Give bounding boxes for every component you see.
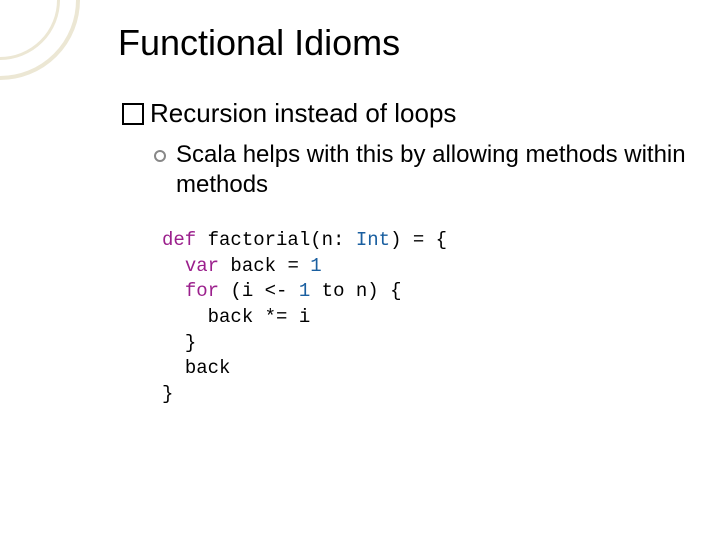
code-block: def factorial(n: Int) = { var back = 1 f… — [162, 228, 447, 407]
code-number: 1 — [299, 280, 310, 302]
sub-bullet-text: Scala helps with this by allowing method… — [176, 140, 696, 200]
code-text: back = — [219, 255, 310, 277]
code-type-int: Int — [356, 229, 390, 251]
code-text: back — [185, 357, 231, 379]
code-text: factorial(n: — [196, 229, 356, 251]
sub-bullet-circle-icon — [154, 150, 166, 162]
code-text: } — [162, 383, 173, 405]
code-number: 1 — [310, 255, 321, 277]
code-text: } — [185, 332, 196, 354]
bullet-square-icon — [122, 103, 144, 125]
code-keyword-def: def — [162, 229, 196, 251]
bullet-item: Recursion instead of loops — [122, 98, 456, 129]
sub-bullet-item: Scala helps with this by allowing method… — [154, 140, 696, 200]
code-text: ) = { — [390, 229, 447, 251]
code-text: back *= i — [208, 306, 311, 328]
code-keyword-var: var — [185, 255, 219, 277]
slide: Functional Idioms Recursion instead of l… — [0, 0, 720, 540]
bullet-text: Recursion instead of loops — [150, 98, 456, 129]
code-text: (i <- — [219, 280, 299, 302]
code-keyword-for: for — [185, 280, 219, 302]
slide-title: Functional Idioms — [118, 22, 400, 64]
code-text: to n) { — [310, 280, 401, 302]
